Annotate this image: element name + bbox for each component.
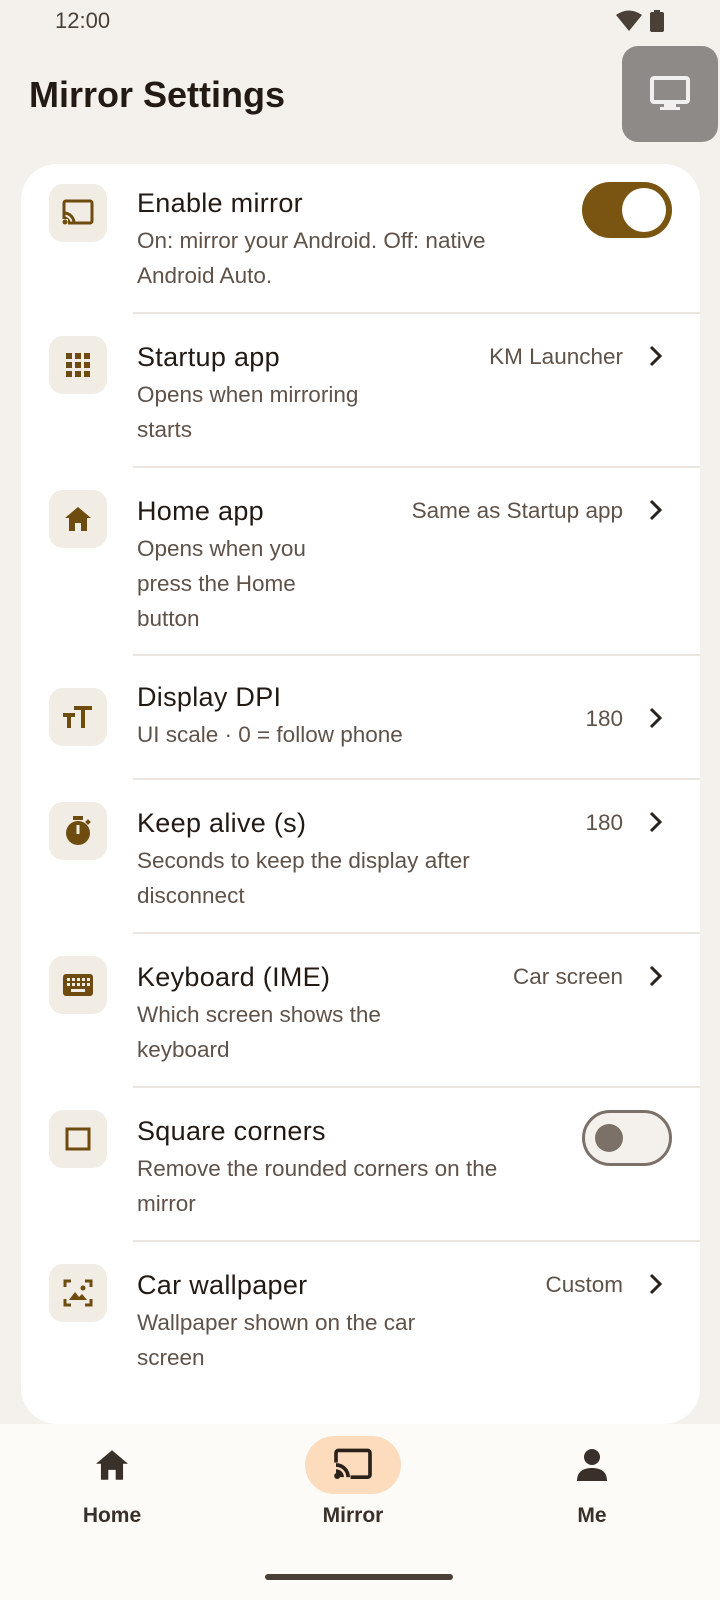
status-bar: 12:00 — [0, 0, 720, 44]
setting-subtitle: Seconds to keep the display after discon… — [137, 848, 470, 908]
home-icon — [96, 1450, 128, 1480]
setting-value: KM Launcher — [489, 344, 623, 369]
home-indicator — [265, 1574, 453, 1580]
keyboard-icon — [63, 974, 93, 996]
setting-row-square-corners[interactable]: Square corners Remove the rounded corner… — [21, 1088, 700, 1242]
nav-label: Home — [82, 1504, 142, 1527]
square-corners-toggle[interactable] — [582, 1110, 672, 1166]
cast-icon — [62, 199, 94, 225]
setting-icon-box — [49, 802, 107, 860]
setting-row-enable-mirror[interactable]: Enable mirror On: mirror your Android. O… — [21, 164, 700, 314]
nav-label: Me — [577, 1504, 607, 1527]
setting-subtitle: On: mirror your Android. Off: native And… — [137, 228, 486, 288]
display-float-button[interactable] — [622, 46, 718, 142]
status-time: 12:00 — [55, 8, 111, 33]
person-icon — [577, 1449, 607, 1481]
home-icon — [65, 507, 91, 531]
setting-title: Enable mirror — [137, 188, 303, 218]
setting-title: Startup app — [137, 342, 280, 372]
enable-mirror-toggle[interactable] — [582, 182, 672, 238]
setting-row-display-dpi[interactable]: Display DPI UI scale · 0 = follow phone … — [21, 656, 700, 780]
setting-title: Square corners — [137, 1116, 326, 1146]
nav-icon-wrap — [64, 1436, 160, 1494]
setting-icon-box — [49, 956, 107, 1014]
chevron-right-icon — [645, 344, 665, 368]
setting-icon-box — [49, 490, 107, 548]
nav-item-home[interactable]: Home — [52, 1436, 172, 1546]
setting-row-car-wallpaper[interactable]: Car wallpaper Wallpaper shown on the car… — [21, 1242, 700, 1424]
setting-row-startup-app[interactable]: Startup app Opens when mirroring starts … — [21, 314, 700, 468]
setting-row-keyboard[interactable]: Keyboard (IME) Which screen shows the ke… — [21, 934, 700, 1088]
chevron-right-icon — [645, 1272, 665, 1296]
nav-icon-wrap — [544, 1436, 640, 1494]
setting-icon-box — [49, 184, 107, 242]
nav-icon-wrap — [305, 1436, 401, 1494]
cast-icon — [333, 1448, 372, 1480]
wifi-icon — [616, 10, 642, 31]
apps-grid-icon — [66, 353, 90, 377]
chevron-right-icon — [645, 706, 665, 730]
setting-subtitle: Opens when you press the Home button — [137, 536, 306, 631]
setting-icon-box — [49, 1110, 107, 1168]
setting-subtitle: Which screen shows the keyboard — [137, 1002, 381, 1062]
setting-value: 180 — [585, 810, 623, 835]
nav-item-me[interactable]: Me — [532, 1436, 652, 1546]
setting-subtitle: Wallpaper shown on the car screen — [137, 1310, 416, 1370]
chevron-right-icon — [645, 498, 665, 522]
setting-icon-box — [49, 336, 107, 394]
chevron-right-icon — [645, 810, 665, 834]
page-title: Mirror Settings — [29, 74, 286, 115]
setting-value: Car screen — [512, 964, 623, 989]
setting-value: Custom — [545, 1272, 623, 1297]
text-size-icon — [63, 706, 92, 728]
timer-icon — [66, 816, 91, 845]
setting-icon-box — [49, 688, 107, 746]
battery-icon — [650, 10, 664, 32]
setting-icon-box — [49, 1264, 107, 1322]
setting-subtitle: UI scale · 0 = follow phone — [137, 722, 403, 747]
nav-label: Mirror — [322, 1504, 384, 1527]
setting-title: Keyboard (IME) — [137, 962, 331, 992]
nav-item-mirror[interactable]: Mirror — [293, 1436, 413, 1546]
setting-title: Car wallpaper — [137, 1270, 308, 1300]
wallpaper-icon — [63, 1279, 93, 1307]
square-icon — [65, 1127, 91, 1151]
setting-row-home-app[interactable]: Home app Opens when you press the Home b… — [21, 468, 700, 656]
monitor-icon — [650, 76, 690, 110]
setting-title: Keep alive (s) — [137, 808, 307, 838]
settings-card: Enable mirror On: mirror your Android. O… — [21, 164, 700, 1424]
setting-subtitle: Remove the rounded corners on the mirror — [137, 1156, 498, 1216]
status-icons — [616, 10, 664, 32]
setting-value: 180 — [585, 706, 623, 731]
setting-subtitle: Opens when mirroring starts — [137, 382, 359, 442]
setting-value: Same as Startup app — [411, 498, 623, 523]
setting-row-keep-alive[interactable]: Keep alive (s) Seconds to keep the displ… — [21, 780, 700, 934]
setting-title: Home app — [137, 496, 264, 526]
setting-title: Display DPI — [137, 682, 282, 712]
chevron-right-icon — [645, 964, 665, 988]
